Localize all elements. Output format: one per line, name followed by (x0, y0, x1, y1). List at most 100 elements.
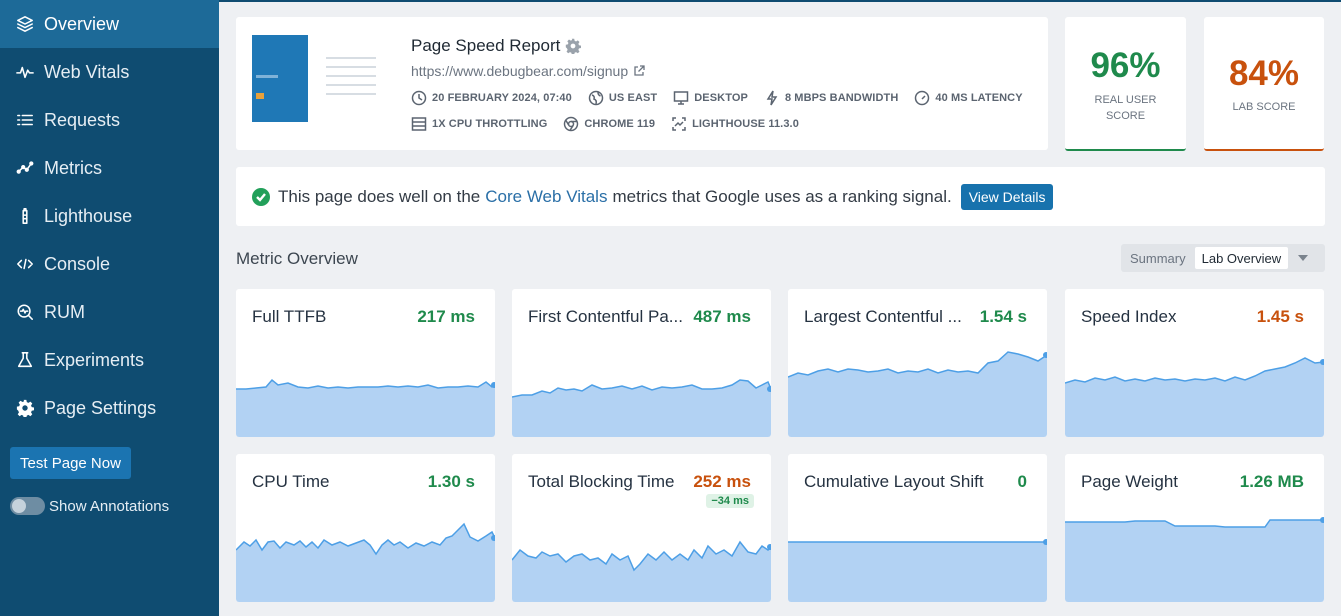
sidebar-item-label: Overview (44, 13, 120, 34)
sidebar-item-console[interactable]: Console (0, 240, 219, 288)
overview-view-switch[interactable]: Summary Lab Overview (1121, 244, 1325, 272)
lighthouse-report-icon (672, 117, 686, 131)
metric-sparkline (236, 522, 495, 602)
pulse-icon (15, 62, 35, 82)
search-pulse-icon (15, 302, 35, 322)
metric-card-full-ttfb[interactable]: Full TTFB 217 ms (236, 289, 495, 437)
check-circle-icon (252, 187, 270, 206)
metric-card-first-contentful-paint[interactable]: First Contentful Pa... 487 ms (512, 289, 771, 437)
bolt-icon (766, 90, 778, 106)
meta-device: DESKTOP (673, 90, 748, 106)
summary-option[interactable]: Summary (1121, 251, 1195, 266)
report-url-text[interactable]: https://www.debugbear.com/signup (411, 63, 628, 79)
metric-name: First Contentful Pa... (528, 307, 683, 326)
metric-card-largest-contentful-paint[interactable]: Largest Contentful ... 1.54 s (788, 289, 1047, 437)
clock-icon (411, 90, 427, 106)
metric-name: Total Blocking Time (528, 472, 675, 491)
lighthouse-icon (15, 206, 35, 226)
sidebar-item-requests[interactable]: Requests (0, 96, 219, 144)
core-web-vitals-banner: This page does well on the Core Web Vita… (236, 167, 1325, 226)
real-user-score-label: REAL USER SCORE (1094, 94, 1157, 122)
sidebar-item-rum[interactable]: RUM (0, 288, 219, 336)
cwv-text-prefix: This page does well on the (278, 186, 481, 206)
metric-card-speed-index[interactable]: Speed Index 1.45 s (1065, 289, 1324, 437)
metric-value: 487 ms (693, 307, 751, 326)
metric-card-page-weight[interactable]: Page Weight 1.26 MB (1065, 454, 1324, 602)
sidebar-item-label: Metrics (44, 157, 102, 178)
meta-bandwidth: 8 MBPS BANDWIDTH (764, 90, 898, 106)
meta-latency: 40 MS LATENCY (914, 90, 1023, 106)
meta-date: 20 FEBRUARY 2024, 07:40 (411, 90, 572, 106)
metric-name: Page Weight (1081, 472, 1179, 491)
view-details-button[interactable]: View Details (960, 183, 1054, 210)
metric-name: CPU Time (252, 472, 330, 491)
core-web-vitals-link[interactable]: Core Web Vitals (485, 187, 607, 207)
report-meta-row-2: 1X CPU THROTTLING CHROME 119 LIGHTHOUSE … (411, 116, 815, 132)
meta-cpu: 1X CPU THROTTLING (411, 116, 547, 132)
metric-sparkline (512, 540, 771, 602)
list-icon (15, 110, 35, 130)
meta-browser: CHROME 119 (563, 116, 655, 132)
metric-overview-title: Metric Overview (236, 249, 358, 268)
lab-score-value: 84% (1228, 54, 1300, 93)
metric-sparkline (236, 378, 495, 437)
metric-value: 0 (1017, 472, 1027, 491)
sidebar-item-label: Page Settings (44, 397, 157, 418)
sidebar-item-metrics[interactable]: Metrics (0, 144, 219, 192)
show-annotations-label: Show Annotations (49, 497, 170, 515)
show-annotations-toggle[interactable]: Show Annotations (10, 497, 169, 515)
toggle-switch[interactable] (10, 497, 45, 515)
sidebar-item-label: Web Vitals (44, 61, 130, 82)
monitor-icon (674, 91, 689, 105)
report-meta-row-1: 20 FEBRUARY 2024, 07:40 US EAST DESKTOP … (411, 90, 1039, 106)
sidebar: Overview Web Vitals Requests Metrics Lig… (0, 0, 219, 616)
top-border (219, 0, 1341, 2)
lab-overview-option[interactable]: Lab Overview (1194, 247, 1289, 269)
real-user-score-card[interactable]: 96% REAL USER SCORE (1065, 17, 1186, 151)
scatter-icon (15, 158, 35, 178)
lab-score-label: LAB SCORE (1232, 101, 1296, 113)
cwv-text-suffix: metrics that Google uses as a ranking si… (612, 186, 952, 206)
test-page-now-button[interactable]: Test Page Now (10, 447, 131, 479)
gear-icon[interactable] (565, 38, 582, 54)
sidebar-item-lighthouse[interactable]: Lighthouse (0, 192, 219, 240)
report-url[interactable]: https://www.debugbear.com/signup (411, 63, 645, 79)
report-summary-card: Page Speed Report https://www.debugbear.… (236, 17, 1048, 150)
cpu-icon (411, 117, 427, 131)
metric-sparkline (788, 539, 1047, 602)
metric-name: Largest Contentful ... (804, 307, 962, 326)
metric-sparkline (512, 379, 771, 437)
metric-card-cpu-time[interactable]: CPU Time 1.30 s (236, 454, 495, 602)
real-user-score-value: 96% (1090, 46, 1161, 85)
gear-icon (15, 398, 35, 418)
gauge-icon (915, 90, 930, 106)
metric-card-total-blocking-time[interactable]: Total Blocking Time 252 ms −34 ms (512, 454, 771, 602)
code-icon (15, 254, 35, 274)
sidebar-item-label: RUM (44, 301, 85, 322)
metric-sparkline (1065, 357, 1324, 437)
metric-value: 217 ms (417, 307, 475, 326)
report-title-text: Page Speed Report (411, 36, 561, 55)
sidebar-item-experiments[interactable]: Experiments (0, 336, 219, 384)
report-title: Page Speed Report (411, 36, 582, 56)
sidebar-item-label: Requests (44, 109, 121, 130)
sidebar-item-page-settings[interactable]: Page Settings (0, 384, 219, 432)
meta-region: US EAST (588, 90, 657, 106)
flask-icon (15, 350, 35, 370)
sidebar-item-label: Lighthouse (44, 205, 133, 226)
chevron-down-icon[interactable] (1298, 255, 1309, 261)
metric-sparkline (788, 351, 1047, 437)
metric-card-cumulative-layout-shift[interactable]: Cumulative Layout Shift 0 (788, 454, 1047, 602)
page-screenshot-thumbnail[interactable] (252, 35, 308, 122)
sidebar-item-overview[interactable]: Overview (0, 0, 219, 48)
globe-icon (588, 90, 604, 106)
sidebar-item-web-vitals[interactable]: Web Vitals (0, 48, 219, 96)
metric-value: 252 ms (693, 472, 751, 491)
metric-value: 1.54 s (979, 307, 1027, 326)
meta-lighthouse: LIGHTHOUSE 11.3.0 (671, 116, 799, 132)
page-screenshot-preview (326, 57, 376, 117)
external-link-icon[interactable] (633, 65, 645, 77)
lab-score-card[interactable]: 84% LAB SCORE (1204, 17, 1324, 151)
layers-icon (15, 14, 35, 34)
chrome-icon (564, 116, 579, 132)
